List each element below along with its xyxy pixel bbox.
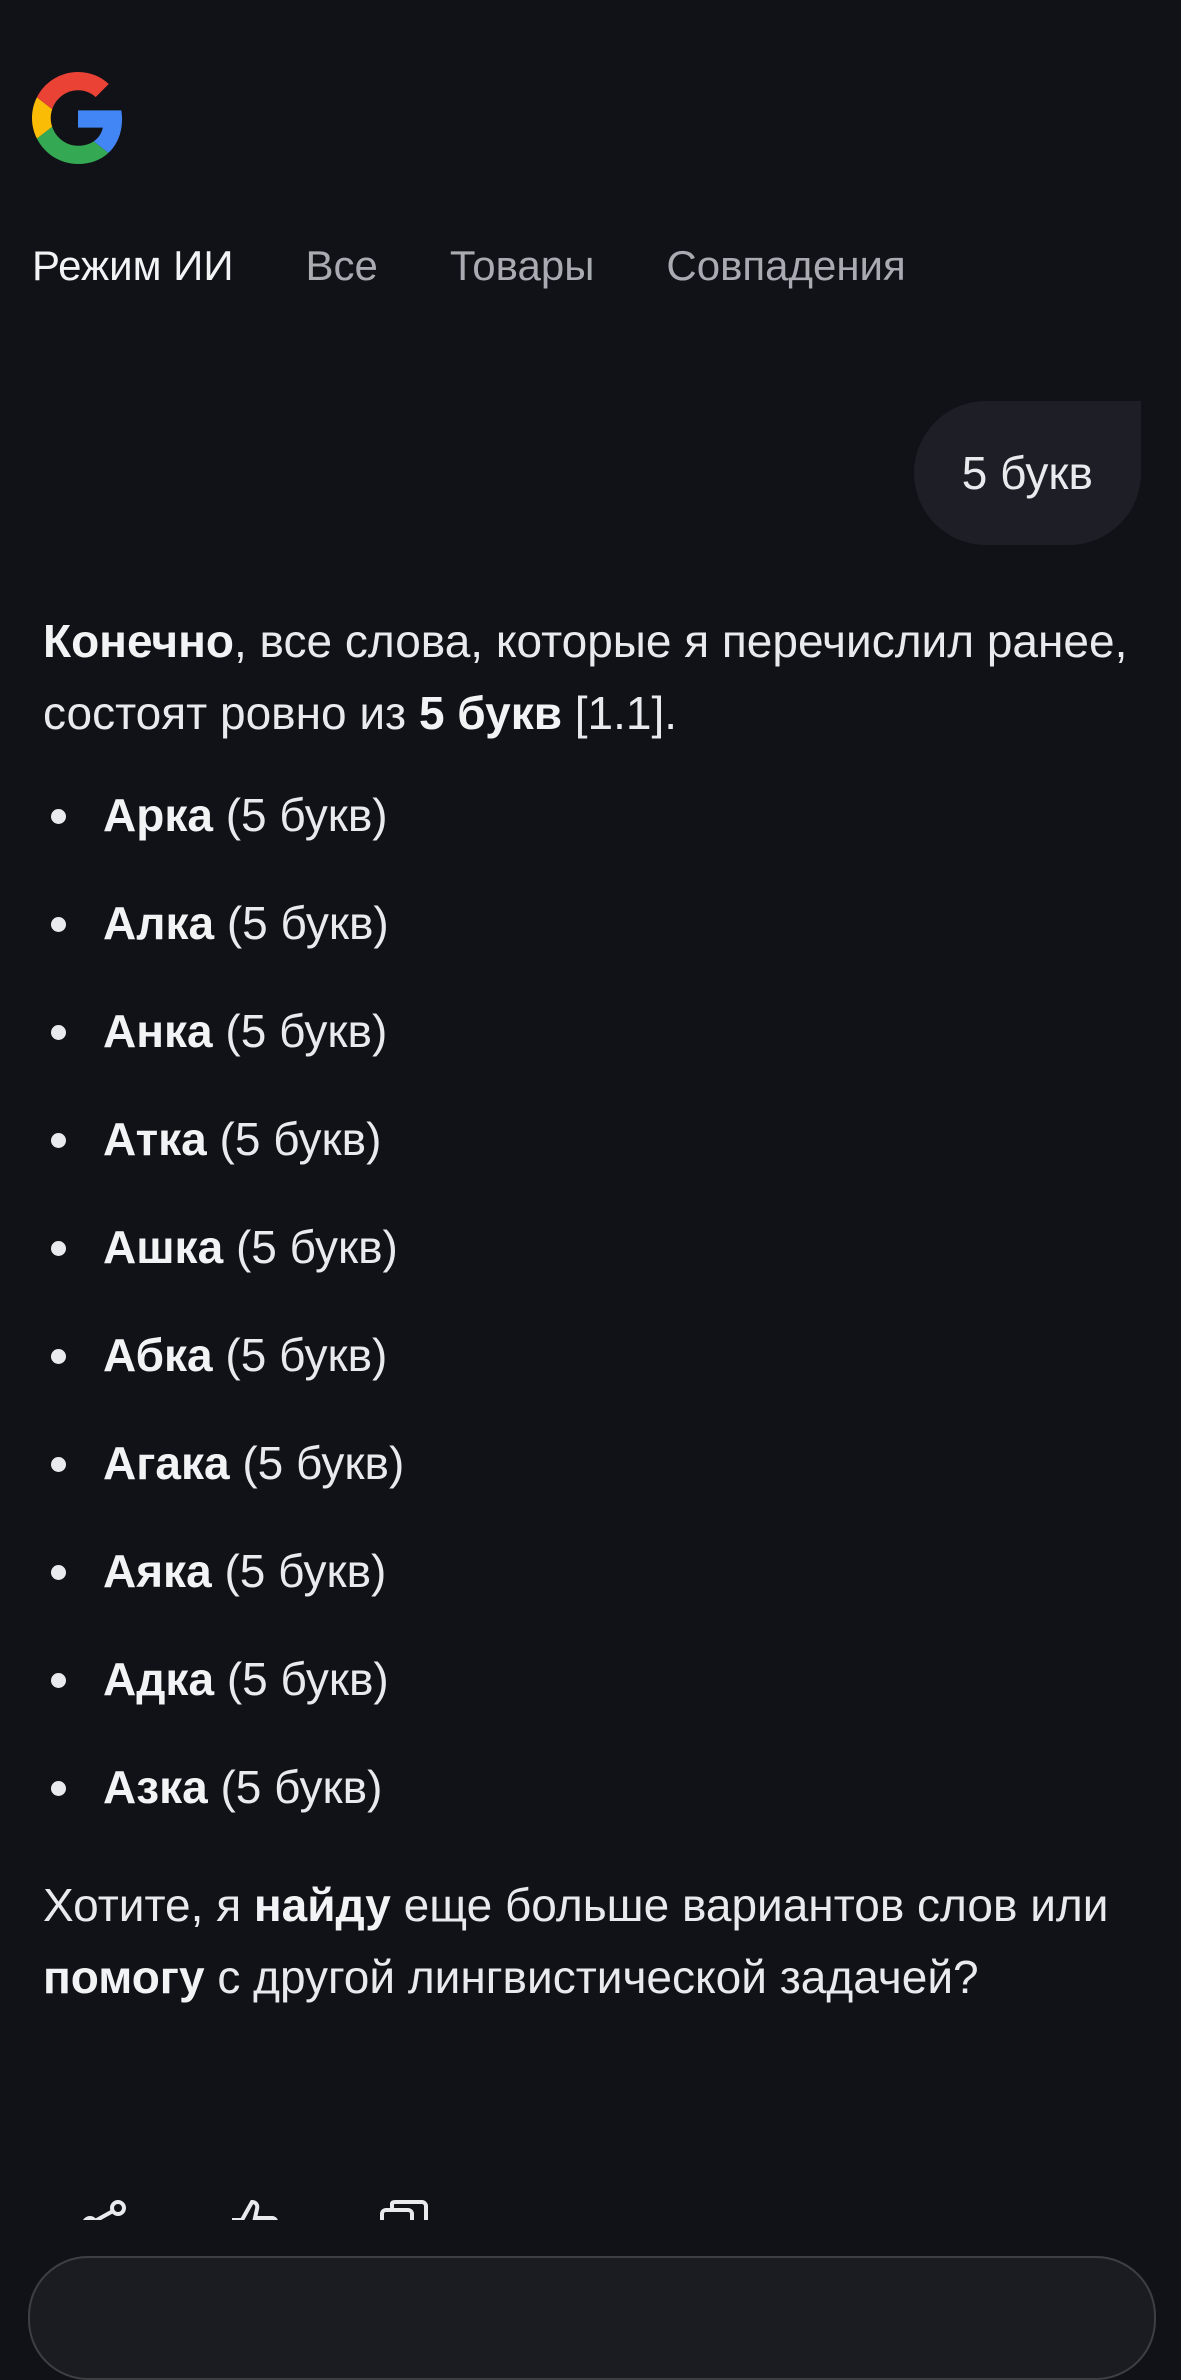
ai-answer: Конечно, все слова, которые я перечислил…: [43, 605, 1133, 2013]
outro-text-1: Хотите, я: [43, 1879, 254, 1931]
word: Азка: [103, 1761, 208, 1813]
search-mode-tabs: Режим ИИ Все Товары Совпадения: [32, 236, 978, 296]
tab-all[interactable]: Все: [306, 236, 378, 296]
word: Агака: [103, 1437, 230, 1489]
list-item: Абка (5 букв): [43, 1325, 1133, 1433]
intro-bold-1: Конечно: [43, 615, 234, 667]
word-note: (5 букв): [226, 897, 389, 949]
word: Анка: [103, 1005, 213, 1057]
word-note: (5 букв): [225, 789, 388, 841]
intro-text-2: [1.1].: [562, 687, 678, 739]
word-note: (5 букв): [225, 1329, 388, 1381]
tab-ai-mode[interactable]: Режим ИИ: [32, 236, 234, 296]
outro-bold-2: помогу: [43, 1951, 205, 2003]
list-item: Азка (5 букв): [43, 1757, 1133, 1865]
word: Абка: [103, 1329, 213, 1381]
word-note: (5 букв): [242, 1437, 405, 1489]
ask-input-bar[interactable]: [28, 2256, 1156, 2380]
list-item: Анка (5 букв): [43, 1001, 1133, 1109]
word: Арка: [103, 789, 213, 841]
answer-outro: Хотите, я найду еще больше вариантов сло…: [43, 1869, 1133, 2013]
thumbs-up-icon[interactable]: [228, 2198, 280, 2220]
share-icon[interactable]: [78, 2198, 130, 2220]
word-note: (5 букв): [224, 1545, 387, 1597]
word: Ашка: [103, 1221, 224, 1273]
list-item: Арка (5 букв): [43, 785, 1133, 893]
list-item: Ашка (5 букв): [43, 1217, 1133, 1325]
word-note: (5 букв): [220, 1761, 383, 1813]
word: Адка: [103, 1653, 215, 1705]
answer-actions: [78, 2198, 430, 2220]
list-item: Агака (5 букв): [43, 1433, 1133, 1541]
tab-products[interactable]: Товары: [450, 236, 594, 296]
word-note: (5 букв): [226, 1653, 389, 1705]
word-note: (5 букв): [219, 1113, 382, 1165]
word: Аяка: [103, 1545, 212, 1597]
list-item: Алка (5 букв): [43, 893, 1133, 1001]
intro-bold-2: 5 букв: [418, 687, 562, 739]
copy-icon[interactable]: [378, 2198, 430, 2220]
list-item: Адка (5 букв): [43, 1649, 1133, 1757]
outro-text-2: еще больше вариантов слов или: [390, 1879, 1109, 1931]
outro-bold-1: найду: [253, 1879, 391, 1931]
outro-text-3: с другой лингвистической задачей?: [204, 1951, 979, 2003]
list-item: Атка (5 букв): [43, 1109, 1133, 1217]
word-note: (5 букв): [225, 1005, 388, 1057]
list-item: Аяка (5 букв): [43, 1541, 1133, 1649]
word: Атка: [103, 1113, 207, 1165]
word-note: (5 букв): [235, 1221, 398, 1273]
word-list: Арка (5 букв) Алка (5 букв) Анка (5 букв…: [43, 785, 1133, 1865]
answer-intro: Конечно, все слова, которые я перечислил…: [43, 605, 1133, 749]
tab-matches[interactable]: Совпадения: [666, 236, 905, 296]
google-logo-icon: [32, 72, 123, 164]
user-query-bubble: 5 букв: [913, 401, 1141, 545]
word: Алка: [103, 897, 215, 949]
